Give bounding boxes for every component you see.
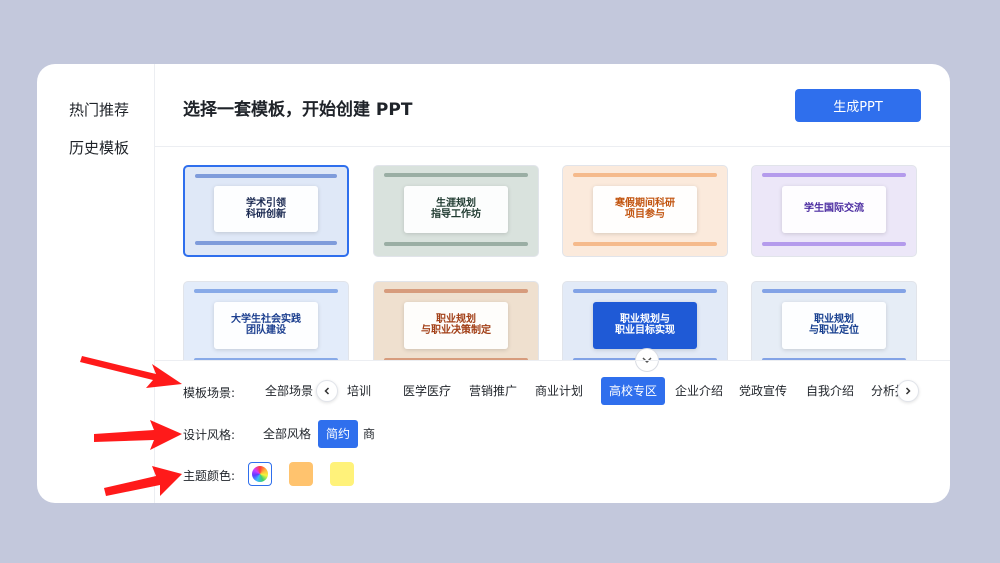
template-decor-strip	[194, 240, 338, 245]
template-title: 职业规划与 职业目标实现	[614, 313, 675, 337]
filter-divider	[155, 360, 950, 361]
scene-option-company[interactable]: 企业介绍	[667, 377, 731, 405]
scene-option-all[interactable]: 全部场景	[257, 377, 321, 405]
chevron-right-icon	[905, 387, 911, 395]
generate-ppt-button[interactable]: 生成PPT	[795, 89, 921, 122]
scene-option-university[interactable]: 高校专区	[601, 377, 666, 405]
scene-filter-label: 模板场景:	[183, 386, 236, 400]
template-grid: 学术引领 科研创新 生涯规划 指导工作坊 寒假期间科研 项目参与 学生国际交流 大学生…	[183, 165, 921, 360]
template-card-career-position[interactable]: 职业规划 与职业定位	[751, 281, 917, 360]
template-decor-strip	[383, 241, 529, 246]
rainbow-icon	[252, 466, 268, 482]
sidebar-item-history[interactable]: 历史模板	[69, 137, 129, 158]
template-decor-strip	[761, 241, 907, 246]
template-decor-strip	[193, 289, 339, 294]
template-card-career-decision[interactable]: 职业规划 与职业决策制定	[373, 281, 539, 360]
template-title-panel: 寒假期间科研 项目参与	[592, 185, 698, 233]
scene-option-business-plan[interactable]: 商业计划	[527, 377, 591, 405]
red-arrow-icon	[94, 420, 182, 450]
red-arrow-icon	[80, 356, 182, 388]
template-card-social-practice[interactable]: 大学生社会实践 团队建设	[183, 281, 349, 360]
template-decor-strip	[383, 289, 529, 294]
main-panel: 选择一套模板，开始创建 PPT 生成PPT 学术引领 科研创新 生涯规划 指导工作坊…	[155, 64, 950, 503]
scene-option-self-intro[interactable]: 自我介绍	[798, 377, 862, 405]
template-title-panel: 大学生社会实践 团队建设	[213, 301, 319, 349]
template-card-career-workshop[interactable]: 生涯规划 指导工作坊	[373, 165, 539, 257]
template-card-winter-research[interactable]: 寒假期间科研 项目参与	[562, 165, 728, 257]
style-option-simple[interactable]: 简约	[318, 420, 359, 448]
template-card-academic[interactable]: 学术引领 科研创新	[183, 165, 349, 257]
style-filter-options: 全部风格 简约 商	[255, 420, 555, 448]
template-decor-strip	[572, 173, 718, 178]
template-title-panel: 职业规划 与职业决策制定	[403, 301, 509, 349]
template-decor-strip	[761, 289, 907, 294]
scene-scroll-left-button[interactable]	[316, 380, 338, 402]
header-divider	[155, 146, 950, 147]
style-option-all[interactable]: 全部风格	[255, 420, 319, 448]
sidebar-item-hot[interactable]: 热门推荐	[69, 99, 129, 120]
scene-option-medical[interactable]: 医学医疗	[395, 377, 459, 405]
template-decor-strip	[761, 173, 907, 178]
scene-option-training[interactable]: 培训	[339, 377, 379, 405]
scene-option-party[interactable]: 党政宣传	[731, 377, 795, 405]
scene-scroll-right-button[interactable]	[897, 380, 919, 402]
template-title: 生涯规划 指导工作坊	[430, 197, 481, 221]
template-title: 学生国际交流	[803, 203, 864, 215]
template-card-intl-exchange[interactable]: 学生国际交流	[751, 165, 917, 257]
scene-option-marketing[interactable]: 营销推广	[461, 377, 525, 405]
template-title: 职业规划 与职业定位	[808, 313, 859, 337]
template-title: 职业规划 与职业决策制定	[420, 313, 491, 337]
template-title-panel: 职业规划与 职业目标实现	[592, 301, 698, 349]
template-title-panel: 学术引领 科研创新	[214, 186, 318, 233]
template-title: 寒假期间科研 项目参与	[614, 197, 675, 221]
color-filter-label: 主题颜色:	[183, 469, 236, 483]
template-decor-strip	[194, 174, 338, 179]
template-title-panel: 生涯规划 指导工作坊	[403, 185, 509, 233]
template-decor-strip	[383, 173, 529, 178]
color-swatch-orange[interactable]	[289, 462, 313, 486]
style-option-business[interactable]: 商	[359, 420, 379, 448]
template-title-panel: 学生国际交流	[781, 185, 887, 233]
template-title-panel: 职业规划 与职业定位	[781, 301, 887, 349]
page-title: 选择一套模板，开始创建 PPT	[183, 100, 413, 120]
template-title: 学术引领 科研创新	[245, 197, 286, 221]
template-title: 大学生社会实践 团队建设	[230, 313, 301, 337]
red-arrow-icon	[104, 466, 182, 496]
chevron-left-icon	[324, 387, 330, 395]
template-decor-strip	[572, 241, 718, 246]
color-swatch-all[interactable]	[248, 462, 272, 486]
scene-filter-options: 全部场景 培训 医学医疗 营销推广 商业计划 高校专区 企业介绍 党政宣传 自我…	[255, 377, 921, 405]
template-decor-strip	[572, 289, 718, 294]
style-filter-label: 设计风格:	[183, 428, 236, 442]
color-swatch-yellow[interactable]	[330, 462, 354, 486]
